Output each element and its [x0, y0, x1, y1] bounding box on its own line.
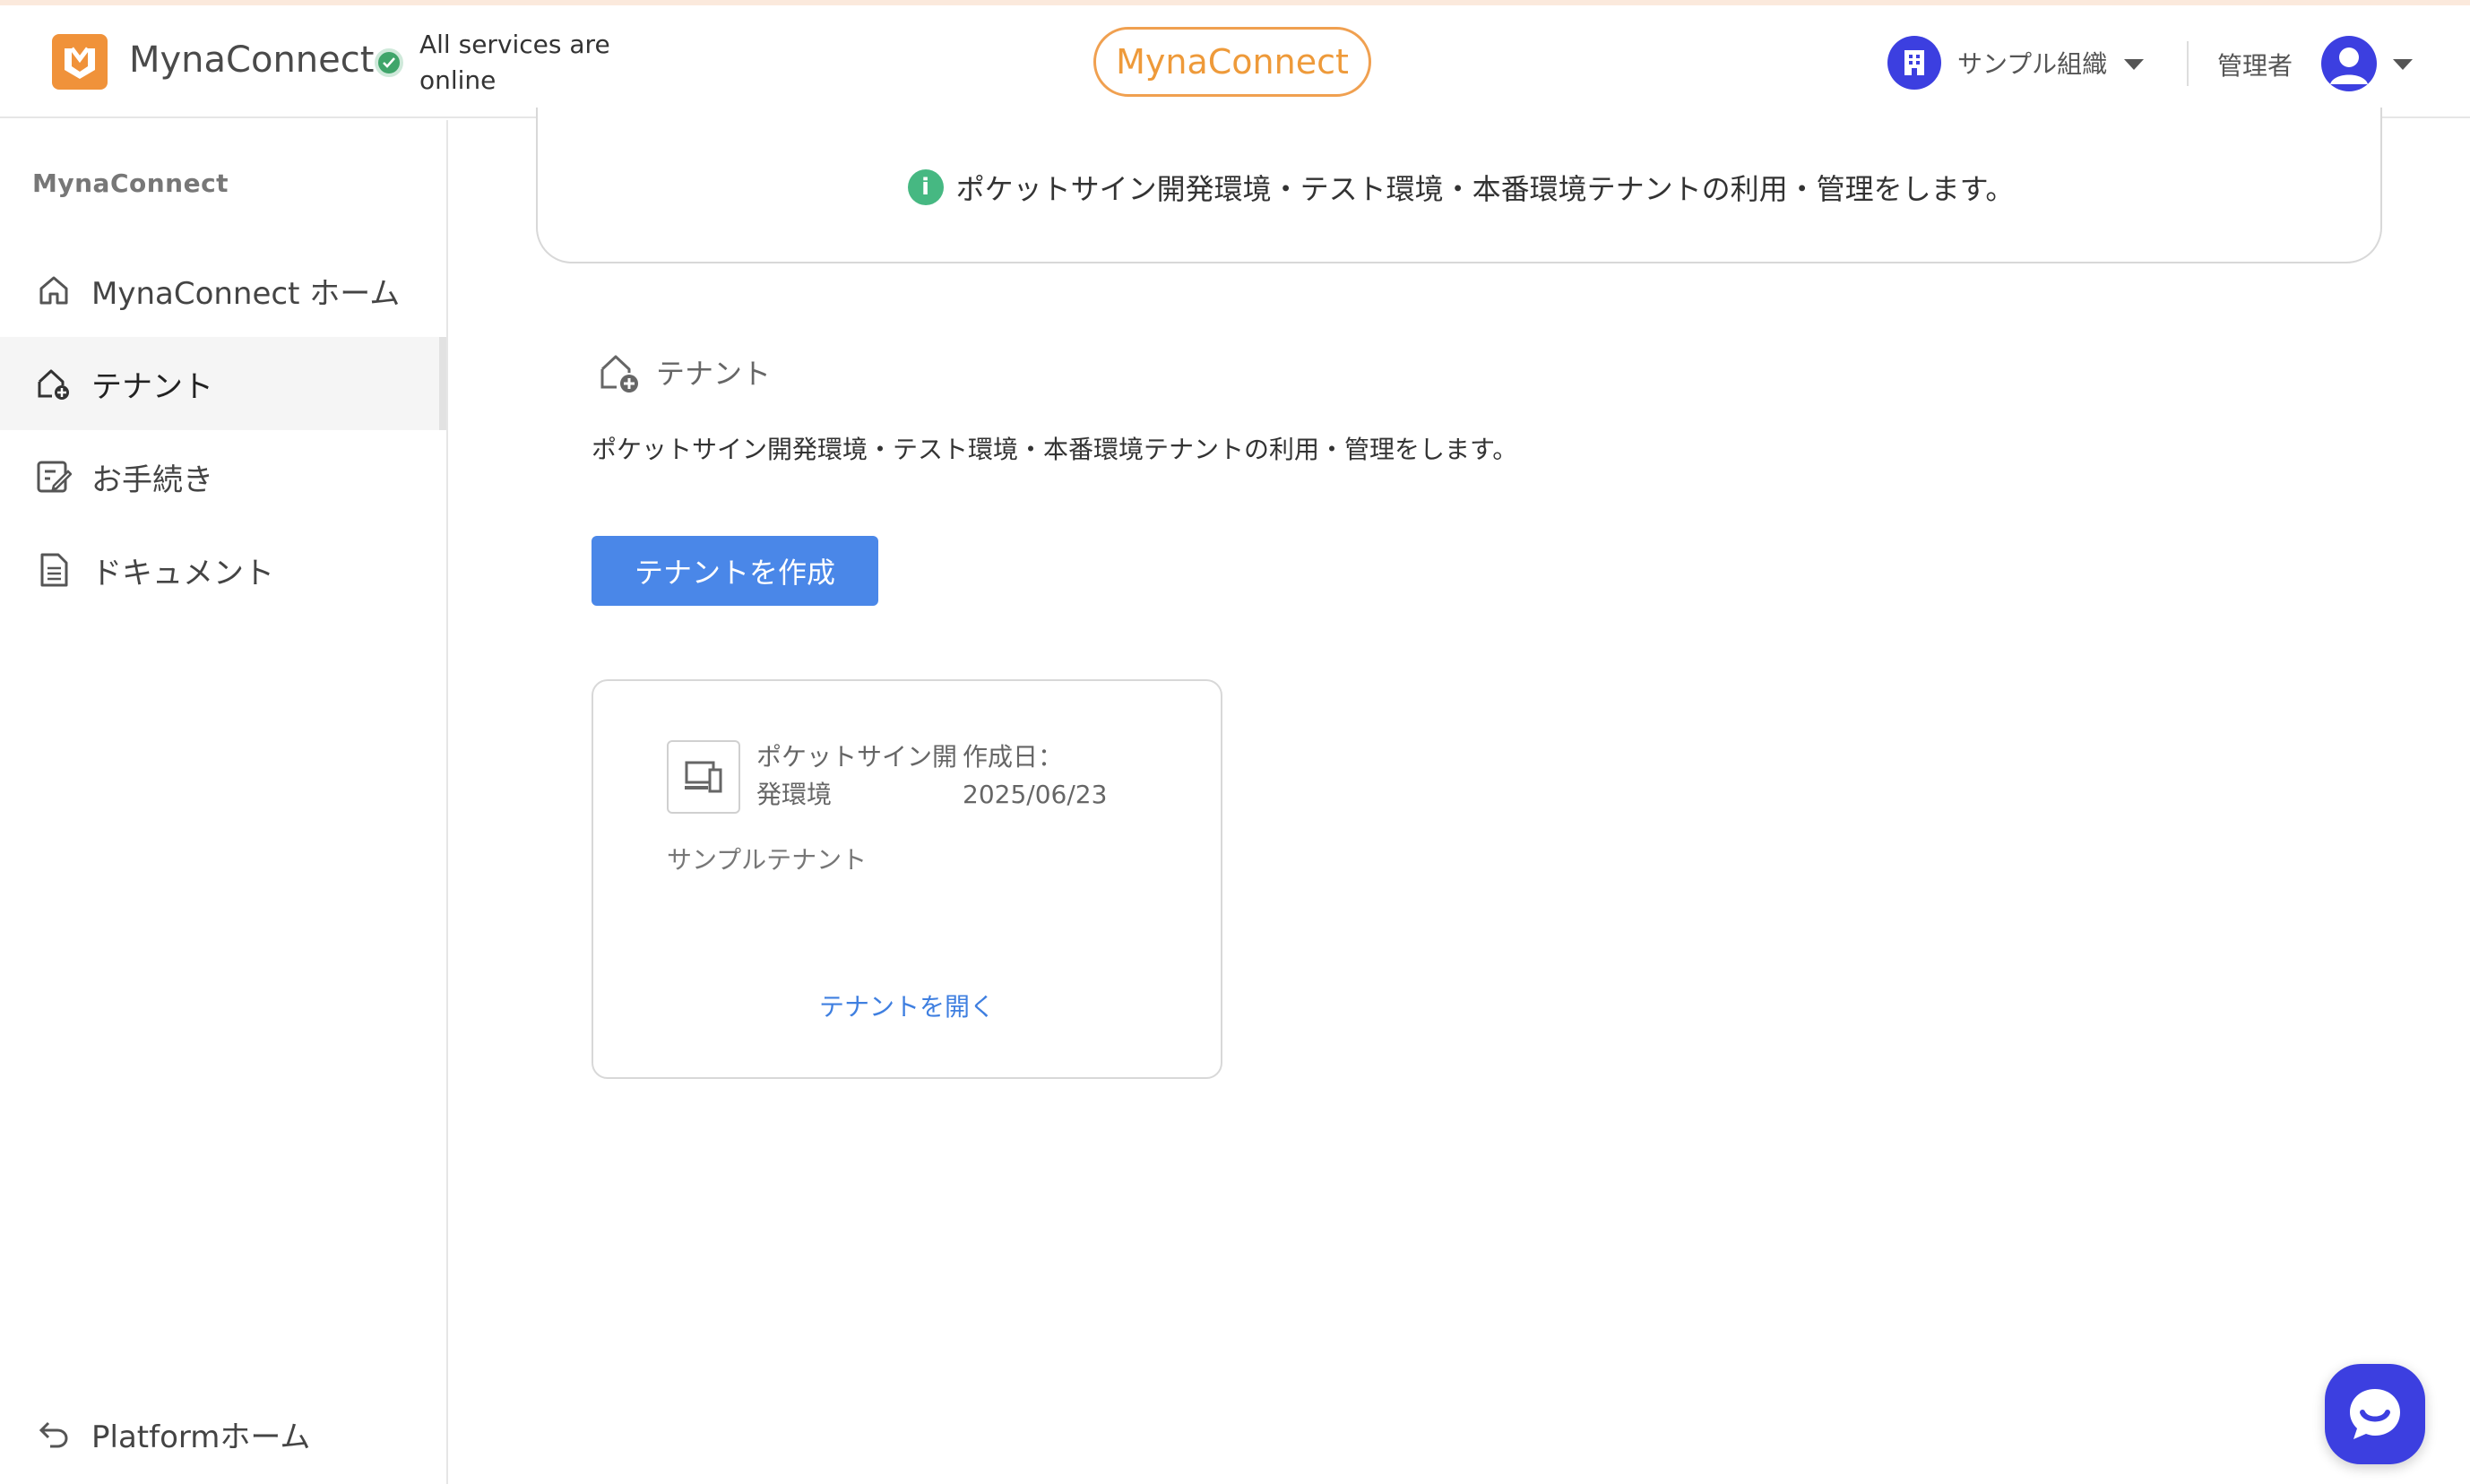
back-arrow-icon [34, 1414, 73, 1454]
service-status-text[interactable]: All services are online [419, 27, 635, 99]
status-check-icon [375, 48, 403, 77]
sidebar-platform-home-link[interactable]: Platformホーム [0, 1387, 446, 1480]
tenant-environment: ポケットサイン開発環境 [756, 742, 958, 809]
sidebar-item-document[interactable]: ドキュメント [0, 523, 446, 617]
tenant-icon [600, 355, 638, 393]
building-icon[interactable] [1887, 36, 1941, 90]
sidebar-footer-label: Platformホーム [91, 1419, 311, 1455]
tenant-name: サンプルテナント [667, 845, 868, 875]
section-description: ポケットサイン開発環境・テスト環境・本番環境テナントの利用・管理をします。 [592, 435, 1518, 464]
user-avatar-icon[interactable] [2321, 36, 2377, 91]
create-tenant-button[interactable]: テナントを作成 [592, 536, 878, 606]
sidebar: MynaConnect MynaConnect ホーム テナント お手続き ドキ… [0, 120, 448, 1484]
section-title-text: テナント [656, 357, 772, 391]
sidebar-item-home[interactable]: MynaConnect ホーム [0, 244, 446, 337]
org-chevron-down-icon[interactable] [2124, 59, 2144, 70]
info-banner-text: ポケットサイン開発環境・テスト環境・本番環境テナントの利用・管理をします。 [955, 172, 2015, 206]
tenant-card: ポケットサイン開発環境 作成日： 2025/06/23 サンプルテナント テナン… [592, 679, 1222, 1079]
open-tenant-link[interactable]: テナントを開く [593, 988, 1221, 1023]
chat-bubble-icon [2350, 1389, 2400, 1439]
sidebar-item-tenant[interactable]: テナント [0, 337, 446, 430]
devices-icon [667, 740, 740, 814]
tenant-created-date: 2025/06/23 [963, 780, 1108, 809]
sidebar-item-label: お手続き [91, 462, 213, 498]
info-banner: i ポケットサイン開発環境・テスト環境・本番環境テナントの利用・管理をします。 [536, 108, 2382, 263]
section-title: テナント [597, 349, 771, 394]
procedure-icon [34, 457, 73, 496]
user-role-label: 管理者 [2217, 51, 2293, 81]
mynaconnect-logo-icon[interactable] [52, 34, 108, 90]
org-selector-label[interactable]: サンプル組織 [1957, 45, 2107, 81]
sidebar-item-label: テナント [91, 368, 213, 405]
top-header: MynaConnect All services are online Myna… [0, 5, 2470, 118]
sidebar-item-label: MynaConnect ホーム [91, 275, 401, 312]
sidebar-heading: MynaConnect [32, 168, 229, 198]
document-icon [34, 550, 73, 590]
user-chevron-down-icon[interactable] [2393, 59, 2413, 70]
chat-support-button[interactable] [2325, 1364, 2425, 1464]
sidebar-item-procedure[interactable]: お手続き [0, 430, 446, 523]
header-divider [2187, 41, 2189, 86]
tenant-icon [34, 364, 73, 403]
info-icon: i [907, 169, 944, 205]
center-brand-pill[interactable]: MynaConnect [1093, 27, 1371, 97]
brand-name[interactable]: MynaConnect [129, 39, 374, 81]
sidebar-item-label: ドキュメント [91, 555, 274, 591]
home-icon [34, 271, 73, 310]
tenant-created-label: 作成日： [963, 742, 1064, 772]
